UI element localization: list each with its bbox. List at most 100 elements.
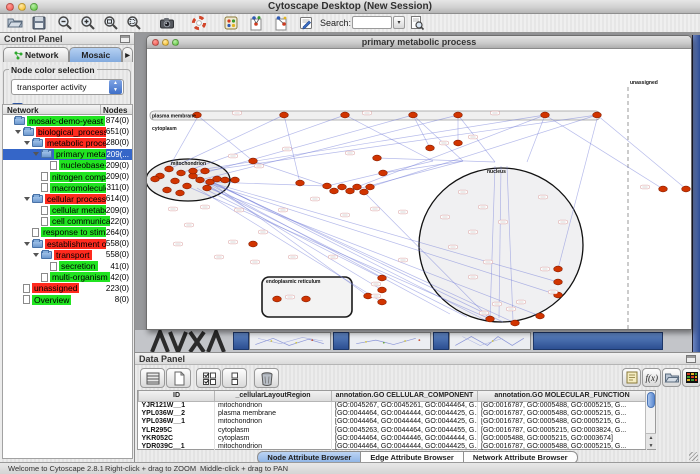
unselect-all-icon[interactable] (222, 368, 247, 388)
expand-triangle-icon[interactable] (33, 253, 39, 257)
delete-attribute-icon[interactable] (254, 368, 279, 388)
network-node[interactable] (378, 275, 387, 281)
background-window-fragment[interactable] (333, 332, 349, 350)
heatmap-icon[interactable] (682, 368, 700, 387)
network-node[interactable] (378, 287, 387, 293)
function-builder-icon[interactable]: f(x) (642, 368, 661, 387)
network-node[interactable] (360, 189, 369, 195)
select-attributes-icon[interactable] (140, 368, 165, 388)
tree-row[interactable]: Overview8(0) (3, 294, 132, 305)
merge-networks-icon[interactable] (247, 15, 265, 31)
network-node[interactable] (454, 140, 463, 146)
select-all-icon[interactable] (196, 368, 221, 388)
tab-network[interactable]: Network (3, 47, 69, 62)
snapshot-icon[interactable] (158, 15, 176, 31)
tree-row[interactable]: nucleobase-c209(0) (3, 160, 132, 171)
network-node[interactable] (163, 187, 172, 193)
column-header[interactable]: annotation.GO CELLULAR_COMPONENT (332, 391, 478, 401)
tree-row[interactable]: establishment of lo558(0) (3, 238, 132, 249)
float-panel-icon[interactable] (686, 355, 696, 363)
column-header[interactable]: _cellularLayoutRegion (215, 391, 332, 401)
network-node[interactable] (221, 177, 230, 183)
tree-col-nodes[interactable]: Nodes (101, 105, 132, 114)
import-table-icon[interactable] (662, 368, 681, 387)
network-canvas[interactable]: plasma membranecytoplasmmitochondrionnuc… (147, 49, 691, 329)
network-node[interactable] (682, 186, 691, 192)
table-row[interactable]: YJR121W__1mitochondrion[GO:0045267, GO:0… (139, 401, 647, 409)
network-node[interactable] (536, 313, 545, 319)
zoom-out-icon[interactable] (56, 15, 74, 31)
network-node[interactable] (338, 184, 347, 190)
tree-row[interactable]: cellular metabol209(0) (3, 205, 132, 216)
background-window-fragment[interactable] (533, 332, 663, 350)
expand-triangle-icon[interactable] (24, 141, 30, 145)
notes-icon[interactable] (622, 368, 641, 387)
background-window-fragment[interactable] (349, 332, 431, 350)
network-node[interactable] (366, 184, 375, 190)
network-node[interactable] (177, 170, 186, 176)
expand-triangle-icon[interactable] (33, 152, 39, 156)
annotation-icon[interactable] (297, 15, 315, 31)
network-node[interactable] (151, 176, 160, 182)
scrollbar-arrows[interactable]: ▲▼ (646, 433, 656, 449)
help-icon[interactable] (190, 15, 208, 31)
network-node[interactable] (296, 180, 305, 186)
network-node[interactable] (341, 112, 350, 118)
tree-row[interactable]: cell communicat22(0) (3, 216, 132, 227)
zoom-fit-icon[interactable] (102, 15, 120, 31)
network-node[interactable] (189, 168, 198, 174)
search-input[interactable] (352, 16, 392, 29)
network-node[interactable] (196, 177, 205, 183)
tree-row[interactable]: secretion41(0) (3, 260, 132, 271)
network-node[interactable] (280, 112, 289, 118)
tree-row[interactable]: transport558(0) (3, 249, 132, 260)
expand-triangle-icon[interactable] (24, 197, 30, 201)
network-node[interactable] (378, 299, 387, 305)
network-node[interactable] (323, 183, 332, 189)
network-node[interactable] (346, 188, 355, 194)
network-node[interactable] (273, 296, 282, 302)
tree-row[interactable]: metabolic process280(0) (3, 137, 132, 148)
background-window-fragment[interactable] (249, 332, 331, 350)
network-node[interactable] (659, 186, 668, 192)
network-node[interactable] (486, 316, 495, 322)
zoom-in-icon[interactable] (79, 15, 97, 31)
network-node[interactable] (203, 185, 212, 191)
expand-triangle-icon[interactable] (24, 242, 30, 246)
network-node[interactable] (554, 266, 563, 272)
zoom-selected-icon[interactable] (125, 15, 143, 31)
tree-row[interactable]: cellular process614(0) (3, 193, 132, 204)
network-node[interactable] (511, 320, 520, 326)
network-node[interactable] (176, 190, 185, 196)
background-window-fragment[interactable] (692, 35, 700, 352)
background-window-fragment[interactable] (433, 332, 449, 350)
network-node[interactable] (302, 296, 311, 302)
network-node[interactable] (171, 178, 180, 184)
network-node[interactable] (249, 241, 258, 247)
network-node[interactable] (379, 170, 388, 176)
table-scrollbar[interactable]: ▲▼ (645, 391, 655, 449)
open-icon[interactable] (6, 15, 24, 31)
table-row[interactable]: YPL036W__2plasma membrane[GO:0044464, GO… (139, 409, 647, 417)
expand-triangle-icon[interactable] (15, 130, 21, 134)
tab-mosaic[interactable]: Mosaic (69, 47, 122, 62)
column-header[interactable]: annotation.GO MOLECULAR_FUNCTION (478, 391, 647, 401)
table-row[interactable]: YDR039C__1mitochondrion[GO:0044464, GO:0… (139, 442, 647, 450)
network-node[interactable] (249, 158, 258, 164)
network-window-titlebar[interactable]: primary metabolic process (147, 36, 691, 49)
tree-row[interactable]: mosaic-demo-yeast874(0) (3, 115, 132, 126)
node-color-dropdown[interactable]: transporter activity ▲▼ (11, 79, 124, 95)
table-row[interactable]: YKR052Ccytoplasm[GO:0044464, GO:0044446,… (139, 434, 647, 442)
network-node[interactable] (373, 155, 382, 161)
network-node[interactable] (364, 293, 373, 299)
network-node[interactable] (330, 188, 339, 194)
network-node[interactable] (454, 112, 463, 118)
table-row[interactable]: YLR295Ccytoplasm[GO:0045263, GO:0044464,… (139, 426, 647, 434)
network-node[interactable] (593, 112, 602, 118)
background-window-fragment[interactable] (233, 332, 249, 350)
tree-row[interactable]: multi-organism pro42(0) (3, 272, 132, 283)
tree-row[interactable]: nitrogen compo209(0) (3, 171, 132, 182)
network-node[interactable] (426, 145, 435, 151)
network-node[interactable] (541, 112, 550, 118)
tree-col-network[interactable]: Network (3, 105, 101, 114)
